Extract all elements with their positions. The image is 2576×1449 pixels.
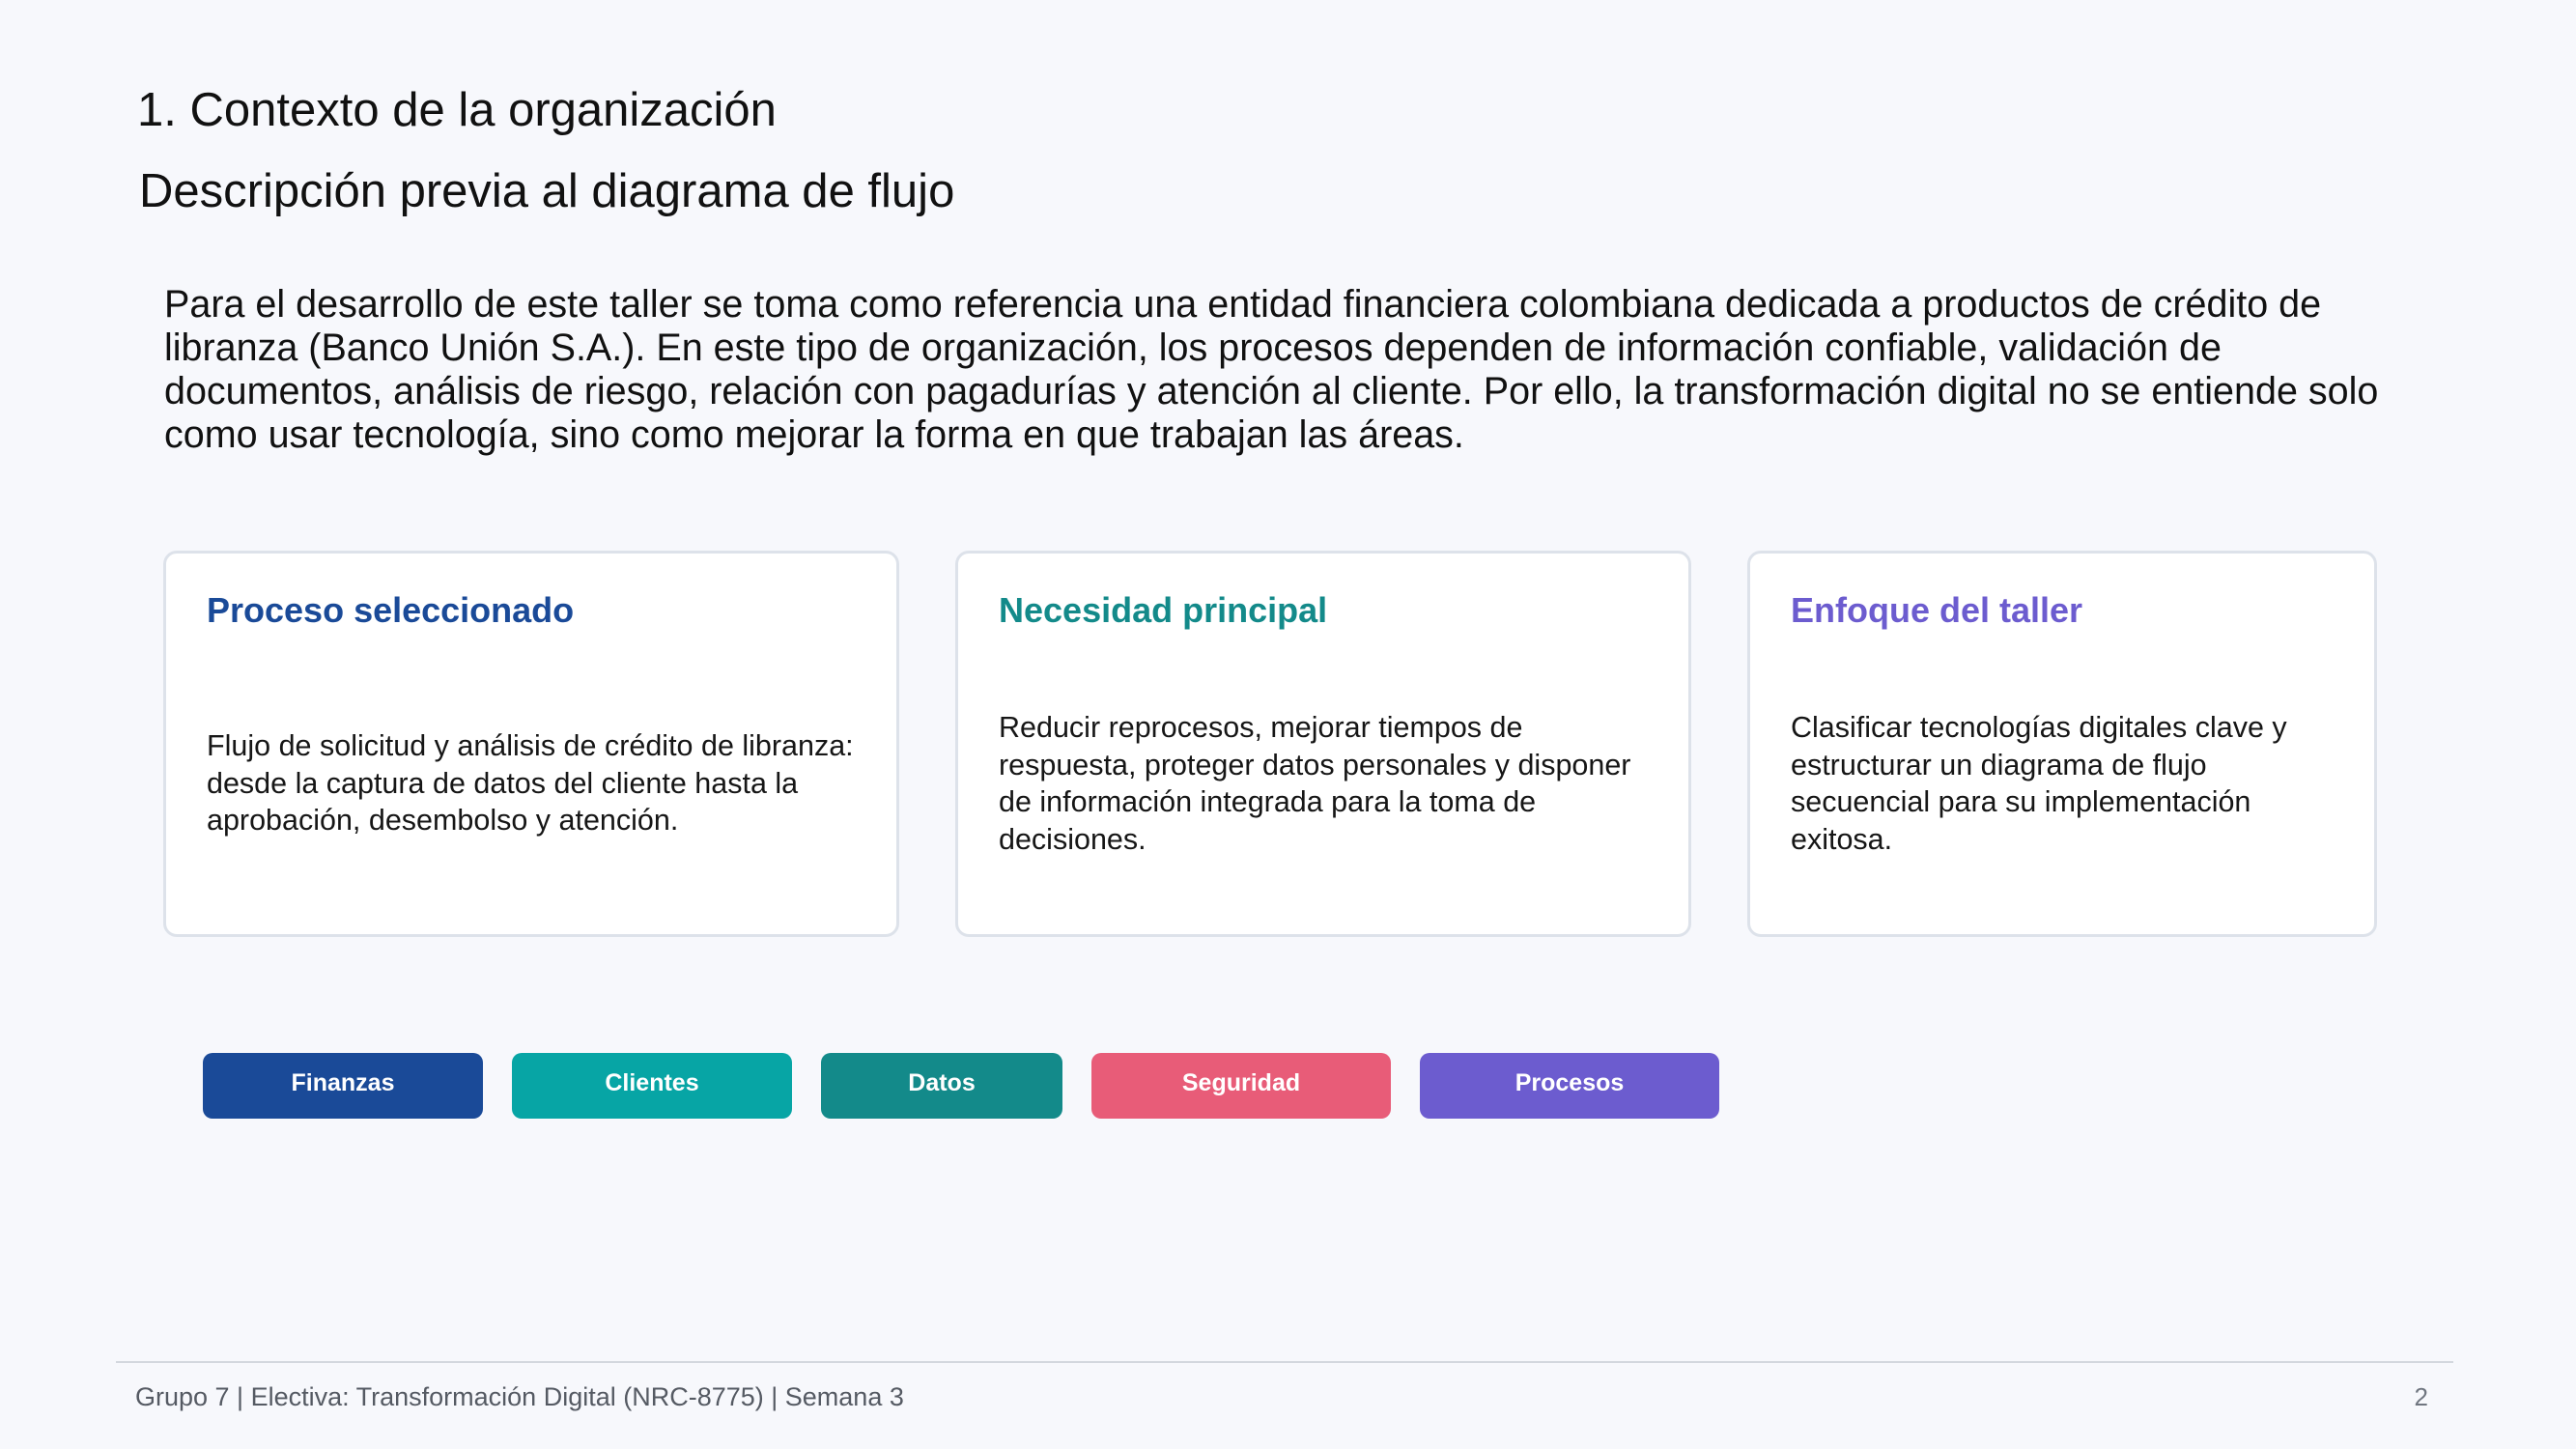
intro-paragraph: Para el desarrollo de este taller se tom…: [164, 283, 2379, 456]
page-number: 2: [2414, 1382, 2428, 1411]
card-title: Proceso seleccionado: [207, 590, 575, 630]
tag-procesos: Procesos: [1420, 1053, 1719, 1119]
tag-clientes: Clientes: [512, 1053, 792, 1119]
tag-seguridad: Seguridad: [1091, 1053, 1391, 1119]
card-title: Necesidad principal: [999, 590, 1328, 630]
card-body: Flujo de solicitud y análisis de crédito…: [207, 729, 854, 837]
section-title: 1. Contexto de la organización: [137, 84, 777, 136]
card-title: Enfoque del taller: [1791, 590, 2083, 630]
card-approach: Enfoque del taller Clasificar tecnología…: [1747, 551, 2377, 937]
card-body: Clasificar tecnologías digitales clave y…: [1791, 711, 2287, 856]
card-need: Necesidad principal Reducir reprocesos, …: [955, 551, 1691, 937]
footer-text: Grupo 7 | Electiva: Transformación Digit…: [135, 1382, 904, 1411]
card-body: Reducir reprocesos, mejorar tiempos de r…: [999, 711, 1631, 856]
slide-subtitle: Descripción previa al diagrama de flujo: [139, 165, 955, 217]
footer-divider: [116, 1361, 2453, 1363]
card-process: Proceso seleccionado Flujo de solicitud …: [163, 551, 899, 937]
tag-finanzas: Finanzas: [203, 1053, 483, 1119]
tag-datos: Datos: [821, 1053, 1062, 1119]
